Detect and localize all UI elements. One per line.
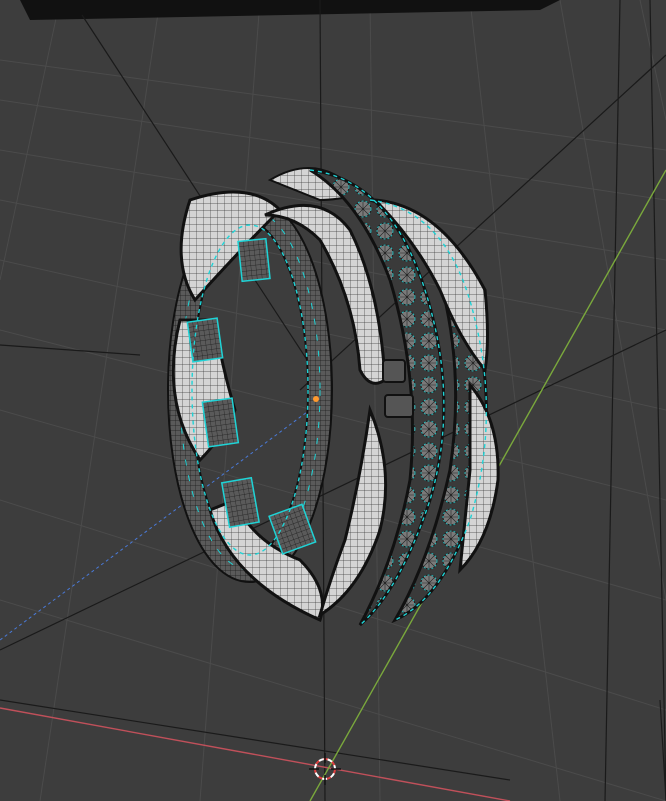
viewport-canvas[interactable] [0, 0, 666, 801]
origin-point-icon[interactable] [313, 396, 319, 402]
3d-viewport[interactable] [0, 0, 666, 801]
